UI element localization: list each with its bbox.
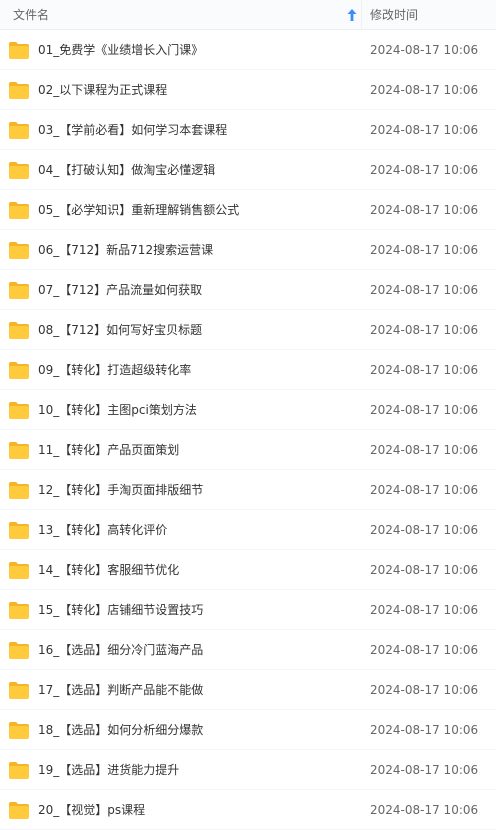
file-name[interactable]: 06_【712】新品712搜索运营课 bbox=[38, 230, 213, 270]
file-modified-time: 2024-08-17 10:06 bbox=[370, 123, 479, 137]
file-row[interactable]: 05_【必学知识】重新理解销售额公式 2024-08-17 10:06 bbox=[0, 190, 496, 230]
file-modified-time: 2024-08-17 10:06 bbox=[370, 803, 479, 817]
file-name[interactable]: 02_以下课程为正式课程 bbox=[38, 70, 167, 110]
file-name[interactable]: 01_免费学《业绩增长入门课》 bbox=[38, 30, 203, 70]
file-name[interactable]: 03_【学前必看】如何学习本套课程 bbox=[38, 110, 227, 150]
file-modified-time: 2024-08-17 10:06 bbox=[370, 363, 479, 377]
file-row[interactable]: 04_【打破认知】做淘宝必懂逻辑 2024-08-17 10:06 bbox=[0, 150, 496, 190]
file-modified-time: 2024-08-17 10:06 bbox=[370, 523, 479, 537]
file-row[interactable]: 07_【712】产品流量如何获取 2024-08-17 10:06 bbox=[0, 270, 496, 310]
file-name[interactable]: 15_【转化】店铺细节设置技巧 bbox=[38, 590, 203, 630]
file-name[interactable]: 20_【视觉】ps课程 bbox=[38, 790, 145, 830]
file-row[interactable]: 08_【712】如何写好宝贝标题 2024-08-17 10:06 bbox=[0, 310, 496, 350]
file-row[interactable]: 12_【转化】手淘页面排版细节 2024-08-17 10:06 bbox=[0, 470, 496, 510]
file-name[interactable]: 04_【打破认知】做淘宝必懂逻辑 bbox=[38, 150, 215, 190]
file-modified-time: 2024-08-17 10:06 bbox=[370, 483, 479, 497]
file-modified-time: 2024-08-17 10:06 bbox=[370, 723, 479, 737]
file-name[interactable]: 13_【转化】高转化评价 bbox=[38, 510, 167, 550]
file-modified-time: 2024-08-17 10:06 bbox=[370, 563, 479, 577]
file-name[interactable]: 05_【必学知识】重新理解销售额公式 bbox=[38, 190, 239, 230]
file-name[interactable]: 07_【712】产品流量如何获取 bbox=[38, 270, 202, 310]
file-modified-time: 2024-08-17 10:06 bbox=[370, 283, 479, 297]
folder-icon[interactable] bbox=[8, 40, 30, 60]
file-name[interactable]: 09_【转化】打造超级转化率 bbox=[38, 350, 191, 390]
file-row[interactable]: 01_免费学《业绩增长入门课》 2024-08-17 10:06 bbox=[0, 30, 496, 70]
file-row[interactable]: 13_【转化】高转化评价 2024-08-17 10:06 bbox=[0, 510, 496, 550]
file-name[interactable]: 12_【转化】手淘页面排版细节 bbox=[38, 470, 203, 510]
file-row[interactable]: 03_【学前必看】如何学习本套课程 2024-08-17 10:06 bbox=[0, 110, 496, 150]
folder-icon[interactable] bbox=[8, 80, 30, 100]
file-list: 01_免费学《业绩增长入门课》 2024-08-17 10:06 02_以下课程为正… bbox=[0, 30, 496, 830]
file-row[interactable]: 06_【712】新品712搜索运营课 2024-08-17 10:06 bbox=[0, 230, 496, 270]
file-name[interactable]: 11_【转化】产品页面策划 bbox=[38, 430, 179, 470]
file-modified-time: 2024-08-17 10:06 bbox=[370, 163, 479, 177]
column-header-modified-time[interactable]: 修改时间 bbox=[370, 0, 418, 30]
file-row[interactable]: 19_【选品】进货能力提升 2024-08-17 10:06 bbox=[0, 750, 496, 790]
file-modified-time: 2024-08-17 10:06 bbox=[370, 763, 479, 777]
folder-icon[interactable] bbox=[8, 760, 30, 780]
file-name[interactable]: 19_【选品】进货能力提升 bbox=[38, 750, 179, 790]
file-list-header: 文件名 修改时间 bbox=[0, 0, 496, 30]
file-row[interactable]: 11_【转化】产品页面策划 2024-08-17 10:06 bbox=[0, 430, 496, 470]
arrow-up-icon[interactable] bbox=[346, 8, 358, 22]
file-name[interactable]: 17_【选品】判断产品能不能做 bbox=[38, 670, 203, 710]
folder-icon[interactable] bbox=[8, 160, 30, 180]
file-row[interactable]: 16_【选品】细分冷门蓝海产品 2024-08-17 10:06 bbox=[0, 630, 496, 670]
file-modified-time: 2024-08-17 10:06 bbox=[370, 603, 479, 617]
folder-icon[interactable] bbox=[8, 520, 30, 540]
folder-icon[interactable] bbox=[8, 240, 30, 260]
folder-icon[interactable] bbox=[8, 400, 30, 420]
file-modified-time: 2024-08-17 10:06 bbox=[370, 443, 479, 457]
file-modified-time: 2024-08-17 10:06 bbox=[370, 643, 479, 657]
file-name[interactable]: 08_【712】如何写好宝贝标题 bbox=[38, 310, 202, 350]
file-row[interactable]: 15_【转化】店铺细节设置技巧 2024-08-17 10:06 bbox=[0, 590, 496, 630]
folder-icon[interactable] bbox=[8, 600, 30, 620]
file-row[interactable]: 10_【转化】主图pci策划方法 2024-08-17 10:06 bbox=[0, 390, 496, 430]
folder-icon[interactable] bbox=[8, 120, 30, 140]
file-row[interactable]: 14_【转化】客服细节优化 2024-08-17 10:06 bbox=[0, 550, 496, 590]
file-name[interactable]: 16_【选品】细分冷门蓝海产品 bbox=[38, 630, 203, 670]
file-modified-time: 2024-08-17 10:06 bbox=[370, 323, 479, 337]
column-divider[interactable] bbox=[361, 0, 362, 30]
folder-icon[interactable] bbox=[8, 440, 30, 460]
file-row[interactable]: 18_【选品】如何分析细分爆款 2024-08-17 10:06 bbox=[0, 710, 496, 750]
file-name[interactable]: 10_【转化】主图pci策划方法 bbox=[38, 390, 197, 430]
file-modified-time: 2024-08-17 10:06 bbox=[370, 203, 479, 217]
file-modified-time: 2024-08-17 10:06 bbox=[370, 683, 479, 697]
file-modified-time: 2024-08-17 10:06 bbox=[370, 243, 479, 257]
folder-icon[interactable] bbox=[8, 680, 30, 700]
file-name[interactable]: 14_【转化】客服细节优化 bbox=[38, 550, 179, 590]
file-row[interactable]: 09_【转化】打造超级转化率 2024-08-17 10:06 bbox=[0, 350, 496, 390]
column-header-name[interactable]: 文件名 bbox=[13, 0, 49, 30]
folder-icon[interactable] bbox=[8, 720, 30, 740]
file-modified-time: 2024-08-17 10:06 bbox=[370, 403, 479, 417]
file-modified-time: 2024-08-17 10:06 bbox=[370, 43, 479, 57]
file-modified-time: 2024-08-17 10:06 bbox=[370, 83, 479, 97]
folder-icon[interactable] bbox=[8, 480, 30, 500]
folder-icon[interactable] bbox=[8, 360, 30, 380]
folder-icon[interactable] bbox=[8, 320, 30, 340]
folder-icon[interactable] bbox=[8, 800, 30, 820]
folder-icon[interactable] bbox=[8, 280, 30, 300]
file-name[interactable]: 18_【选品】如何分析细分爆款 bbox=[38, 710, 203, 750]
folder-icon[interactable] bbox=[8, 200, 30, 220]
file-row[interactable]: 17_【选品】判断产品能不能做 2024-08-17 10:06 bbox=[0, 670, 496, 710]
file-row[interactable]: 20_【视觉】ps课程 2024-08-17 10:06 bbox=[0, 790, 496, 830]
file-row[interactable]: 02_以下课程为正式课程 2024-08-17 10:06 bbox=[0, 70, 496, 110]
folder-icon[interactable] bbox=[8, 560, 30, 580]
folder-icon[interactable] bbox=[8, 640, 30, 660]
